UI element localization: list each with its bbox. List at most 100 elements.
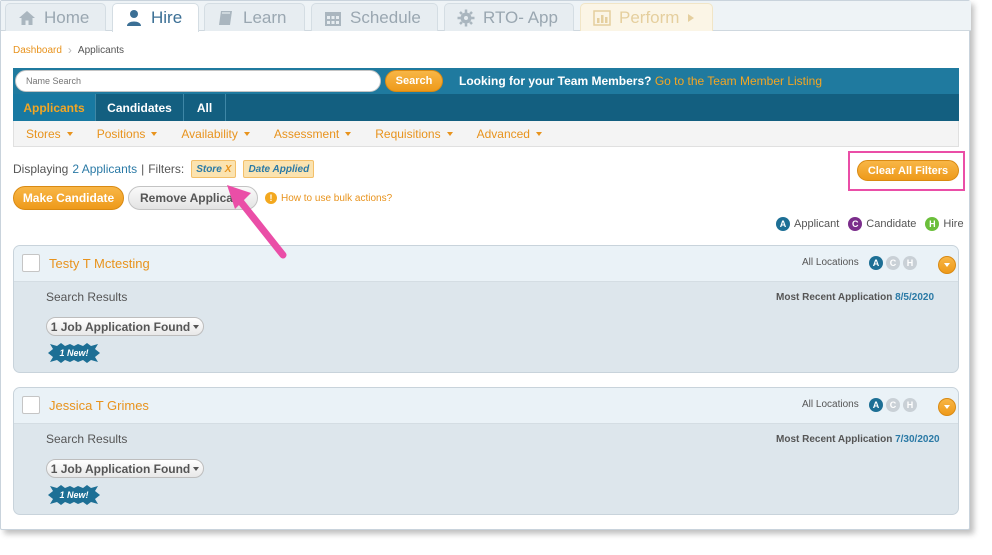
actions-dropdown-button[interactable]: [938, 256, 956, 274]
chevron-down-icon: [193, 324, 200, 329]
breadcrumb-dashboard[interactable]: Dashboard: [13, 45, 62, 56]
select-checkbox[interactable]: [22, 396, 40, 414]
book-icon: [219, 10, 232, 25]
chevron-down-icon: [446, 131, 453, 136]
chevron-down-icon: [944, 263, 950, 267]
filter-positions[interactable]: Positions: [97, 127, 158, 141]
team-member-listing-link[interactable]: Go to the Team Member Listing: [655, 74, 822, 88]
breadcrumb-current: Applicants: [77, 44, 125, 56]
applicant-count: 2 Applicants: [72, 162, 138, 176]
filter-assessment[interactable]: Assessment: [273, 126, 352, 141]
filter-menu: Stores Positions Availability Assessment…: [13, 121, 959, 147]
results-summary: Displaying 2 Applicants | Filters: Store…: [13, 160, 315, 178]
legend-applicant: A Applicant: [776, 217, 839, 231]
most-recent-application: Most Recent Application 8/5/2020: [776, 292, 934, 303]
filter-chip-store-label: Store: [196, 163, 222, 175]
play-arrow-icon: [688, 13, 695, 22]
filter-requisitions-label: Requisitions: [375, 126, 441, 141]
tab-hire-label: Hire: [151, 8, 183, 27]
filter-availability-label: Availability: [181, 126, 238, 141]
chevron-down-icon: [243, 131, 250, 136]
most-recent-label: Most Recent Application: [776, 292, 893, 303]
legend-hire-label: Hire: [943, 218, 964, 230]
applicant-card-header: Testy T Mctesting All Locations A C H: [14, 246, 958, 282]
status-legend: A Applicant C Candidate H Hire: [776, 217, 964, 231]
tab-schedule-label: Schedule: [350, 7, 421, 27]
new-badge-label: 1 New!: [59, 490, 89, 500]
tab-home-label: Home: [44, 7, 90, 27]
new-badge-label: 1 New!: [59, 348, 89, 358]
filter-stores[interactable]: Stores: [26, 127, 73, 141]
applicant-name[interactable]: Jessica T Grimes: [49, 398, 149, 413]
legend-applicant-label: Applicant: [794, 218, 840, 230]
select-checkbox[interactable]: [22, 254, 40, 272]
search-button[interactable]: Search: [385, 70, 443, 92]
chevron-down-icon: [944, 405, 950, 409]
filter-chip-date-applied[interactable]: Date Applied: [243, 160, 315, 178]
applicant-name[interactable]: Testy T Mctesting: [49, 256, 150, 271]
most-recent-date: 8/5/2020: [895, 292, 935, 303]
chevron-down-icon: [193, 466, 200, 471]
filters-label: Filters:: [148, 162, 185, 176]
filter-chip-store[interactable]: Store X: [191, 160, 237, 178]
filter-requisitions[interactable]: Requisitions: [375, 126, 453, 141]
chevron-down-icon: [535, 131, 542, 136]
filter-assessment-label: Assessment: [273, 126, 340, 141]
tab-hire[interactable]: Hire: [112, 3, 199, 32]
name-search-input[interactable]: [15, 70, 381, 92]
team-member-question: Looking for your Team Members?: [459, 74, 652, 88]
tab-applicants[interactable]: Applicants: [13, 94, 96, 121]
annotation-arrow-icon: [227, 185, 287, 259]
new-badge: 1 New!: [48, 343, 100, 363]
tab-rto-app[interactable]: RTO- App: [444, 3, 574, 31]
tab-candidates[interactable]: Candidates: [96, 94, 184, 121]
top-nav: Home Hire Learn Schedule RTO- App Perfor…: [1, 1, 971, 32]
locations-label: All Locations: [802, 399, 859, 410]
person-icon: [127, 10, 141, 26]
applicant-card-header: Jessica T Grimes All Locations A C H: [14, 388, 958, 424]
filter-advanced-label: Advanced: [476, 126, 530, 141]
team-member-message: Looking for your Team Members? Go to the…: [459, 74, 822, 88]
applicant-badge-icon: A: [776, 217, 790, 231]
candidate-status-icon: C: [886, 256, 900, 270]
chevron-down-icon: [66, 131, 73, 136]
make-candidate-button[interactable]: Make Candidate: [13, 186, 124, 210]
tab-learn[interactable]: Learn: [204, 3, 305, 31]
job-applications-dropdown[interactable]: 1 Job Application Found: [46, 317, 204, 336]
search-results-label: Search Results: [46, 432, 128, 446]
hire-badge-icon: H: [925, 217, 940, 231]
view-tabs: Applicants Candidates All: [13, 94, 959, 121]
tab-rto-app-label: RTO- App: [483, 7, 558, 27]
tab-all[interactable]: All: [184, 94, 226, 121]
filter-stores-label: Stores: [26, 126, 61, 141]
summary-separator: |: [141, 162, 145, 176]
applicant-status-icon: A: [869, 256, 883, 270]
most-recent-date: 7/30/2020: [895, 434, 940, 445]
search-bar: Search Looking for your Team Members? Go…: [13, 68, 959, 94]
new-badge: 1 New!: [48, 485, 100, 505]
status-badges: A C H: [869, 398, 917, 412]
job-applications-dropdown[interactable]: 1 Job Application Found: [46, 459, 204, 478]
tab-perform[interactable]: Perform: [580, 3, 713, 31]
tab-home[interactable]: Home: [5, 3, 106, 31]
filter-advanced[interactable]: Advanced: [477, 127, 542, 141]
gear-icon: [457, 9, 475, 26]
clear-all-filters-button[interactable]: Clear All Filters: [857, 160, 959, 181]
filter-availability[interactable]: Availability: [181, 126, 250, 141]
job-applications-label: 1 Job Application Found: [50, 461, 191, 476]
job-applications-label: 1 Job Application Found: [50, 319, 191, 334]
candidate-status-icon: C: [886, 398, 900, 412]
applicant-card: Jessica T Grimes All Locations A C H Sea…: [13, 387, 959, 515]
actions-dropdown-button[interactable]: [938, 398, 956, 416]
chevron-down-icon: [345, 131, 352, 136]
tab-learn-label: Learn: [243, 7, 287, 27]
remove-filter-icon[interactable]: X: [225, 164, 232, 175]
applicant-card: Testy T Mctesting All Locations A C H Se…: [13, 245, 959, 373]
displaying-label: Displaying: [13, 162, 69, 176]
chart-icon: [593, 9, 611, 26]
home-icon: [19, 10, 35, 25]
tab-schedule[interactable]: Schedule: [311, 3, 438, 31]
applicant-status-icon: A: [869, 398, 883, 412]
search-results-label: Search Results: [46, 290, 128, 304]
hire-status-icon: H: [903, 256, 917, 270]
